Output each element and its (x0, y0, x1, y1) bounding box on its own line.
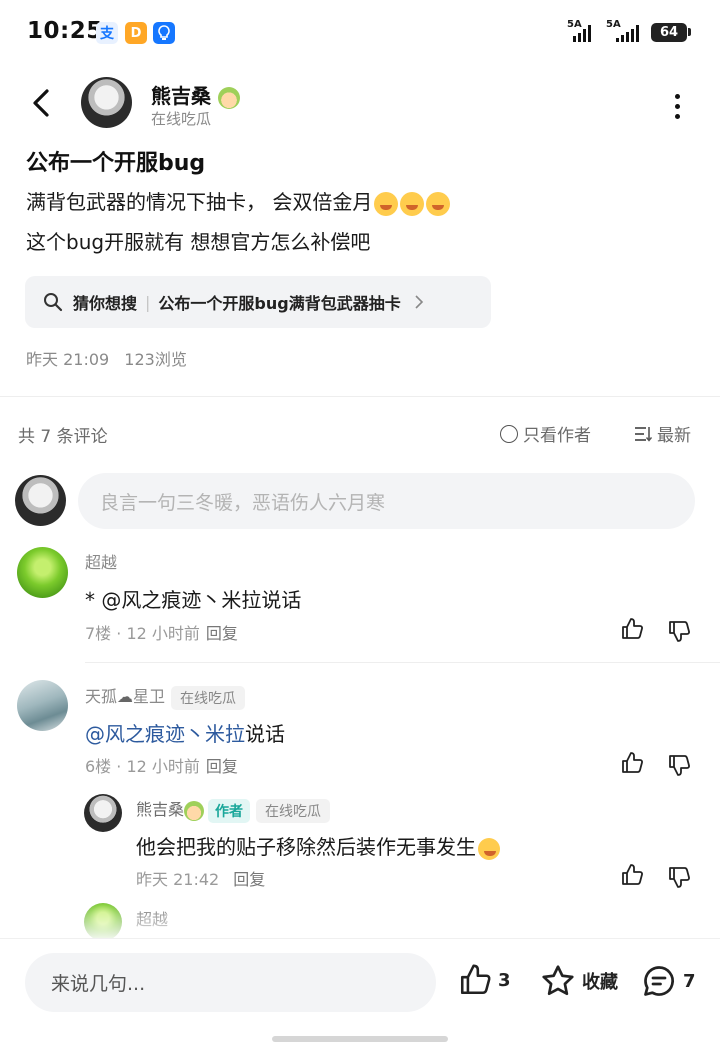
reply-avatar[interactable] (84, 794, 122, 832)
wink-emoji-icon (478, 837, 500, 860)
alipay-icon: 支 (96, 22, 118, 44)
author-tag: 作者 (208, 798, 251, 823)
status-time: 10:25 (27, 18, 103, 44)
radio-circle-icon (500, 424, 518, 443)
thumbs-down-icon[interactable] (667, 619, 691, 643)
thumbs-down-icon[interactable] (667, 865, 691, 889)
post-meta: 昨天 21:09 123浏览 (26, 346, 187, 370)
favorite-label: 收藏 (582, 972, 618, 993)
like-count: 3 (498, 969, 511, 991)
more-dot-icon (675, 104, 680, 109)
comment-bubble-icon (644, 966, 674, 996)
back-button[interactable] (28, 85, 54, 121)
commenter-avatar[interactable] (17, 547, 68, 598)
scroll-fade (0, 900, 720, 940)
comment-text: @风之痕迹丶米拉说话 (85, 718, 285, 747)
post-time: 昨天 21:09 (26, 350, 110, 369)
mention-link[interactable]: @风之痕迹丶米拉 (85, 722, 245, 746)
reply-button[interactable]: 回复 (206, 624, 238, 643)
reply-text: 他会把我的贴子移除然后装作无事发生 (136, 831, 500, 860)
section-divider (0, 396, 720, 397)
smiling-hearts-emoji-icon (374, 191, 399, 216)
commenter-avatar[interactable] (17, 680, 68, 731)
comment-floor: 7楼 (85, 624, 112, 643)
thumbs-down-icon[interactable] (667, 753, 691, 777)
post-body-line-1: 满背包武器的情况下抽卡， 会双倍金月 (26, 186, 451, 216)
comment-divider (85, 662, 720, 663)
only-author-label: 只看作者 (523, 426, 591, 446)
orange-app-icon: D (125, 22, 147, 44)
post-body-text-1: 满背包武器的情况下抽卡， 会双倍金月 (26, 190, 373, 214)
author-subtitle: 在线吃瓜 (151, 110, 212, 128)
thumbs-up-icon[interactable] (620, 751, 644, 775)
search-query: 公布一个开服bug满背包武器抽卡 (158, 294, 401, 313)
comment-input[interactable]: 良言一句三冬暖，恶语伤人六月寒 (78, 473, 695, 529)
post-body-line-2: 这个bug开服就有 想想官方怎么补偿吧 (26, 230, 371, 254)
comments-button[interactable]: 7 (641, 963, 696, 999)
sort-latest-button[interactable]: 最新 (634, 421, 691, 446)
author-sticker-icon (184, 800, 205, 821)
user-tag: 在线吃瓜 (256, 798, 331, 823)
comment-floor: 6楼 (85, 757, 112, 776)
reply-meta: 昨天 21:42 回复 (136, 866, 265, 890)
reply-name-row[interactable]: 熊吉桑 作者 在线吃瓜 (136, 796, 331, 823)
chevron-left-icon (33, 89, 49, 117)
reply-name[interactable]: 熊吉桑 (136, 800, 184, 819)
reply-text-body: 他会把我的贴子移除然后装作无事发生 (136, 835, 476, 859)
star-icon (542, 965, 574, 996)
reply-button[interactable]: 回复 (206, 757, 238, 776)
reply-time: 昨天 21:42 (136, 870, 220, 889)
my-avatar (15, 475, 66, 526)
more-options-button[interactable] (675, 94, 681, 124)
comment-meta: 7楼 · 12 小时前 回复 (85, 624, 238, 643)
signal-2-icon: 5A (606, 19, 639, 42)
battery-tip (688, 28, 691, 36)
author-name-row[interactable]: 熊吉桑 (151, 80, 240, 109)
more-dot-icon (675, 114, 680, 119)
search-icon (44, 293, 63, 312)
comment-meta: 6楼 · 12 小时前 回复 (85, 757, 238, 776)
comment-time: 12 小时前 (126, 624, 200, 643)
commenter-name[interactable]: 天孤 (85, 687, 117, 706)
search-label: 猜你想搜 (73, 294, 138, 313)
comment-text-body: 说话 (245, 722, 285, 746)
only-author-toggle[interactable]: 只看作者 (500, 421, 591, 446)
commenter-name-row[interactable]: 天孤☁星卫 在线吃瓜 (85, 683, 246, 710)
comment-count: 共 7 条评论 (18, 427, 108, 447)
search-separator: | (145, 292, 151, 312)
commenter-name[interactable]: 超越 (85, 549, 117, 573)
favorite-button[interactable]: 收藏 (540, 963, 618, 999)
author-avatar[interactable] (81, 77, 132, 128)
sort-icon (635, 426, 652, 442)
comment-time: 12 小时前 (126, 757, 200, 776)
post-title: 公布一个开服bug (26, 151, 206, 176)
smiling-hearts-emoji-icon (400, 191, 425, 216)
comment-count-badge: 7 (683, 970, 696, 992)
say-something-input[interactable]: 来说几句... (25, 953, 436, 1012)
chevron-right-icon (415, 295, 423, 309)
thumbs-up-icon[interactable] (620, 617, 644, 641)
bulb-app-icon (153, 22, 175, 44)
commenter-name-suffix: 星卫 (133, 687, 166, 706)
author-name[interactable]: 熊吉桑 (151, 84, 211, 108)
more-dot-icon (675, 94, 680, 99)
signal-1-icon: 5A (567, 19, 591, 42)
thumbs-up-icon[interactable] (620, 863, 644, 887)
thumbs-up-icon (460, 964, 491, 995)
like-button[interactable]: 3 (458, 963, 511, 997)
reply-button[interactable]: 回复 (233, 870, 265, 889)
sort-label: 最新 (657, 426, 691, 446)
home-indicator[interactable] (272, 1036, 448, 1042)
cloud-icon: ☁ (117, 687, 134, 706)
user-tag: 在线吃瓜 (171, 685, 246, 710)
smiling-hearts-emoji-icon (426, 191, 451, 216)
suggested-search-pill[interactable]: 猜你想搜 | 公布一个开服bug满背包武器抽卡 (25, 276, 491, 328)
battery-indicator: 64 (651, 23, 687, 42)
comment-text: * @风之痕迹丶米拉说话 (85, 588, 302, 612)
post-views: 123浏览 (124, 350, 187, 369)
author-sticker-icon (217, 86, 240, 109)
